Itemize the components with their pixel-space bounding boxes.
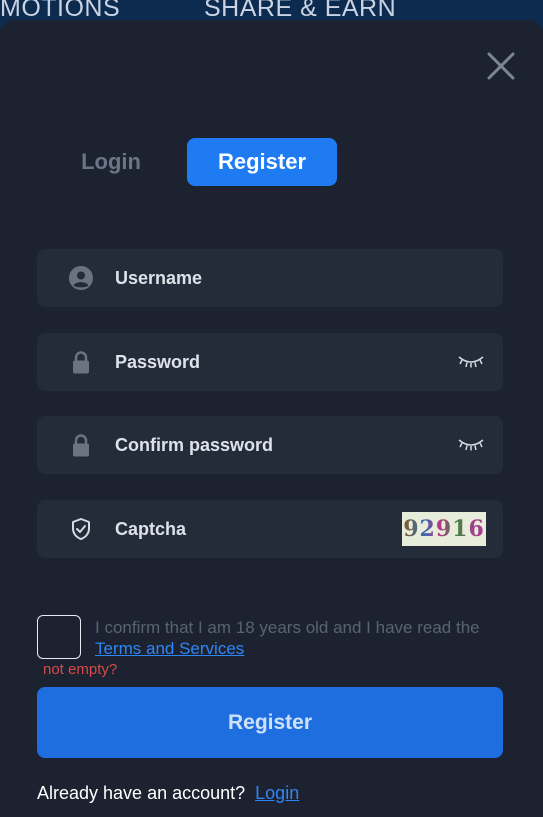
terms-error: not empty?: [43, 661, 118, 678]
tab-login[interactable]: Login: [60, 138, 162, 186]
terms-statement: I confirm that I am 18 years old and I h…: [95, 618, 480, 637]
password-field[interactable]: Password: [37, 333, 503, 391]
login-link[interactable]: Login: [255, 783, 299, 803]
close-icon[interactable]: [484, 49, 518, 83]
terms-checkbox[interactable]: [37, 615, 81, 659]
captcha-field[interactable]: Captcha 92916: [37, 500, 503, 558]
lock-icon: [73, 351, 89, 374]
password-label: Password: [115, 352, 201, 372]
auth-tabs: Login Register: [0, 138, 543, 186]
confirm-password-field[interactable]: Confirm password: [37, 416, 503, 474]
shield-check-icon: [72, 518, 90, 540]
eye-closed-icon[interactable]: [457, 353, 485, 371]
login-prompt: Already have an account? Login: [37, 783, 299, 804]
captcha-image[interactable]: 92916: [402, 512, 486, 546]
register-button[interactable]: Register: [37, 687, 503, 758]
username-field[interactable]: Username: [37, 249, 503, 307]
login-prompt-text: Already have an account?: [37, 783, 246, 803]
register-modal: Login Register Username Password Confirm…: [0, 20, 543, 817]
confirm-password-label: Confirm password: [115, 435, 274, 455]
eye-closed-icon[interactable]: [457, 436, 485, 454]
terms-link[interactable]: Terms and Services: [95, 639, 244, 658]
lock-icon: [73, 434, 89, 457]
captcha-code: 92916: [402, 512, 486, 546]
tab-register[interactable]: Register: [187, 138, 337, 186]
username-label: Username: [115, 268, 203, 288]
terms-text: I confirm that I am 18 years old and I h…: [95, 617, 515, 659]
captcha-label: Captcha: [115, 519, 187, 539]
user-icon: [69, 266, 93, 290]
